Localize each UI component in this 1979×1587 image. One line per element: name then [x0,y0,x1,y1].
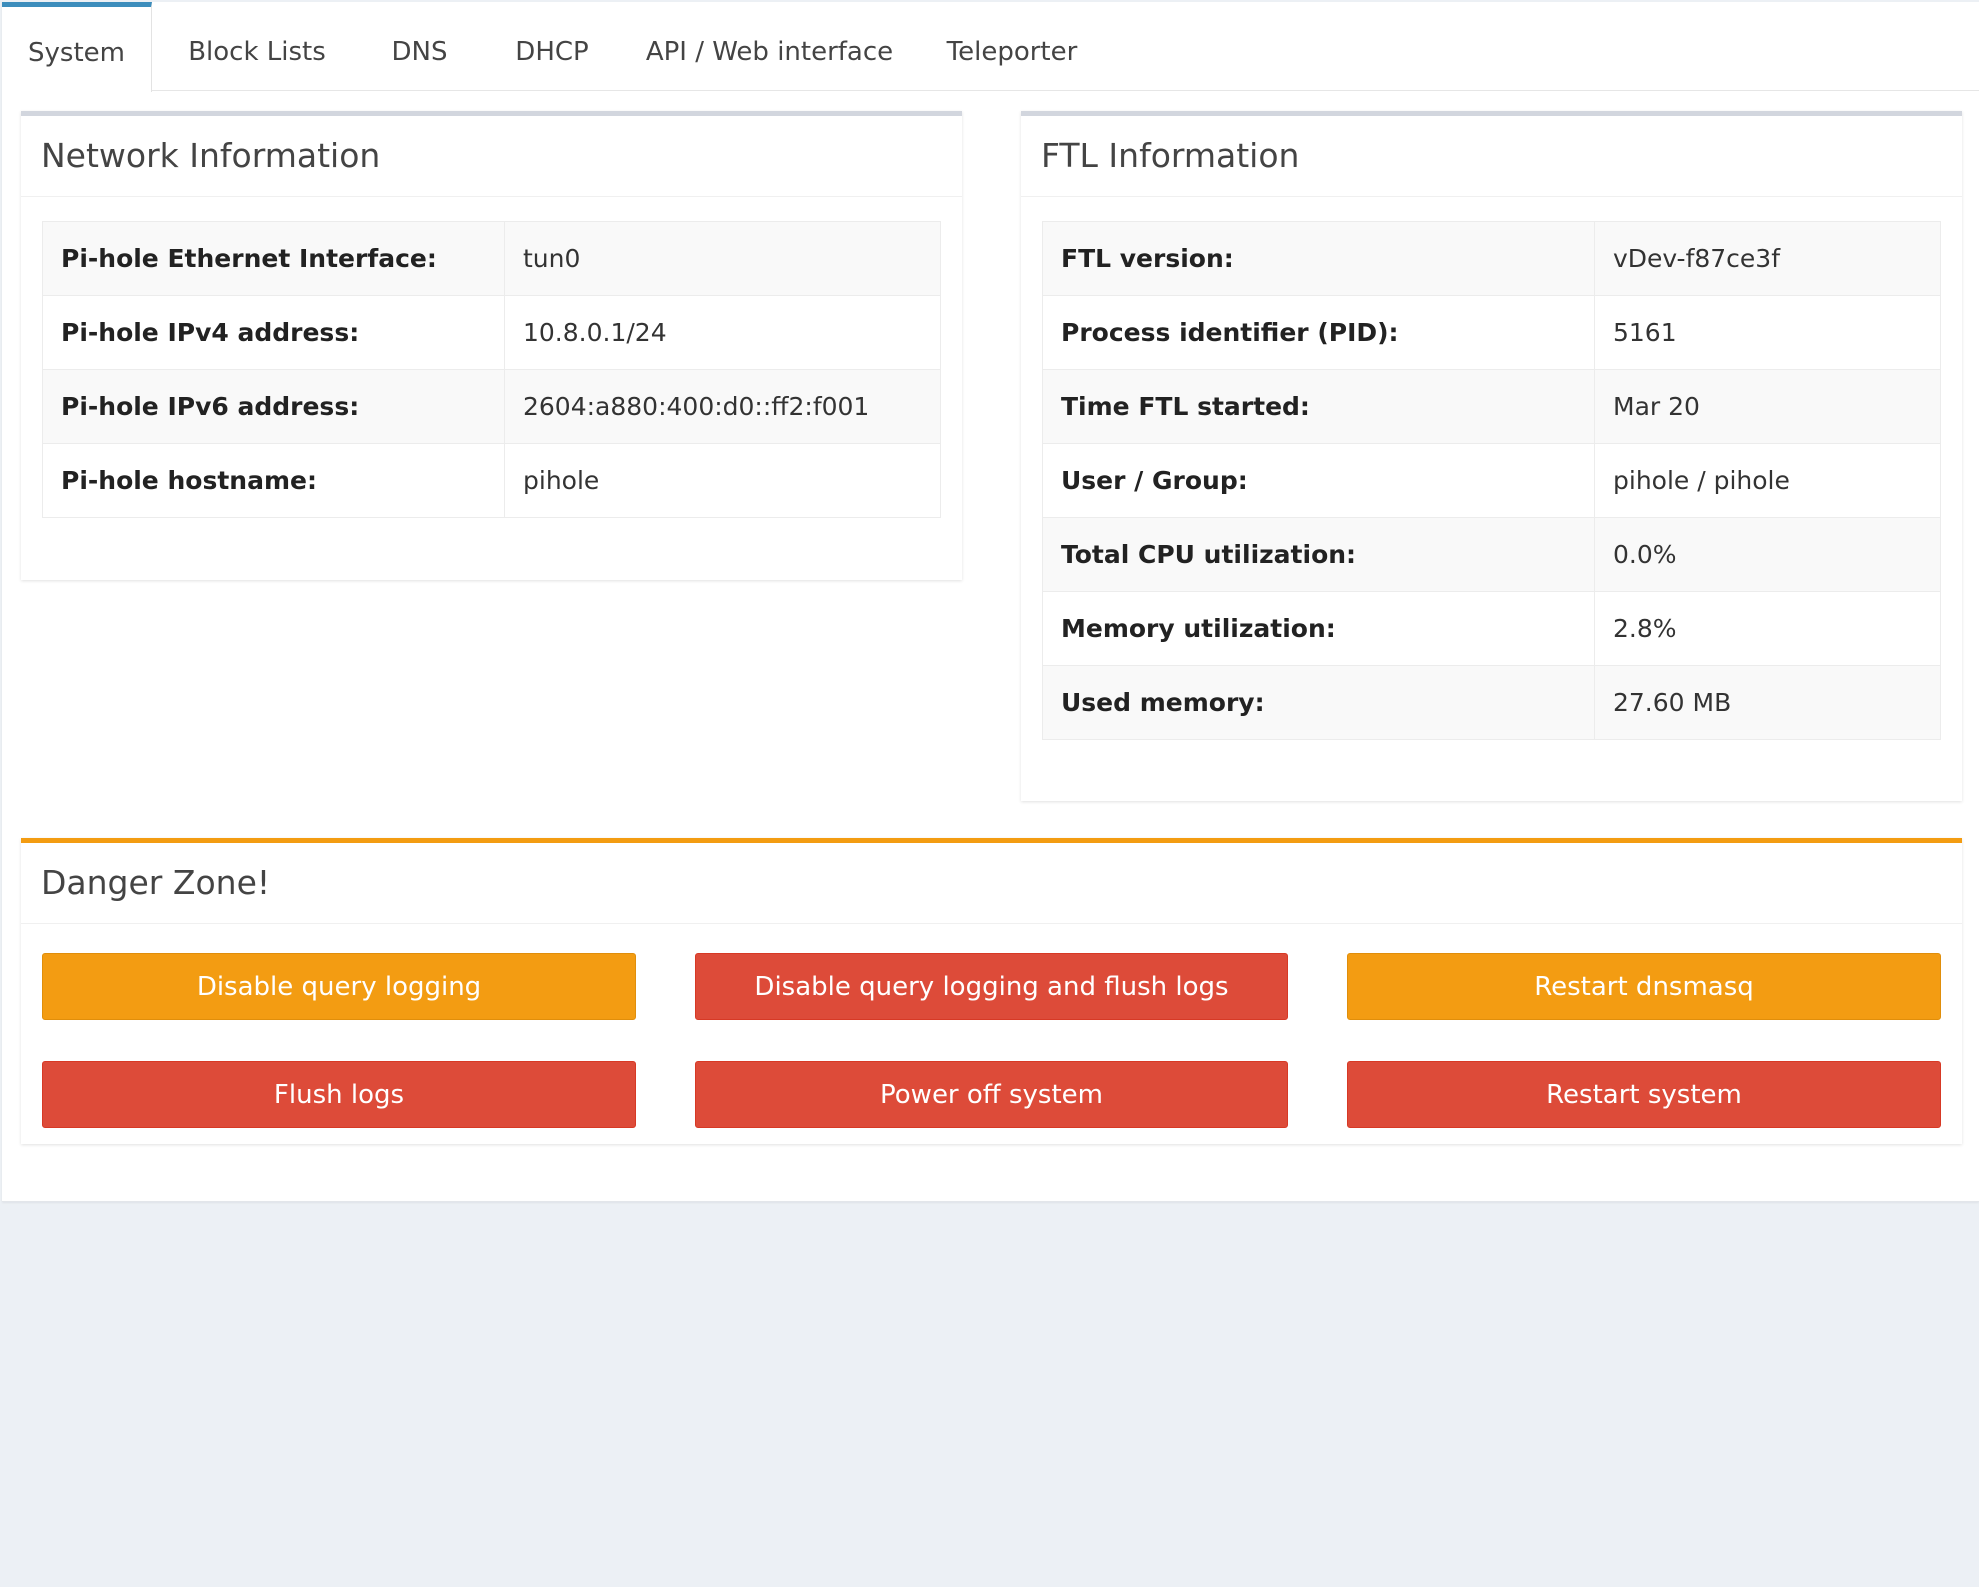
network-information-box: Network Information Pi-hole Ethernet Int… [21,111,962,580]
row-value: pihole [504,443,941,518]
row-label: Pi-hole Ethernet Interface: [42,221,505,296]
row-value: vDev-f87ce3f [1594,221,1941,296]
table-row: Pi-hole IPv4 address: 10.8.0.1/24 [42,295,941,370]
row-label: Process identifier (PID): [1042,295,1595,370]
row-value: pihole / pihole [1594,443,1941,518]
tab-block-lists[interactable]: Block Lists [152,2,362,91]
table-row: Pi-hole Ethernet Interface: tun0 [42,221,941,296]
tab-dns[interactable]: DNS [362,2,477,91]
network-information-table: Pi-hole Ethernet Interface: tun0 Pi-hole… [42,221,941,518]
row-label: Pi-hole IPv4 address: [42,295,505,370]
danger-zone-box: Danger Zone! Disable query logging Disab… [21,838,1962,1144]
row-value: 0.0% [1594,517,1941,592]
tab-dhcp[interactable]: DHCP [477,2,627,91]
table-row: FTL version: vDev-f87ce3f [1042,221,1941,296]
table-row: Total CPU utilization: 0.0% [1042,517,1941,592]
row-label: Memory utilization: [1042,591,1595,666]
row-label: User / Group: [1042,443,1595,518]
tab-teleporter[interactable]: Teleporter [912,2,1112,91]
table-row: Pi-hole IPv6 address: 2604:a880:400:d0::… [42,369,941,444]
row-value: 2604:a880:400:d0::ff2:f001 [504,369,941,444]
row-label: Time FTL started: [1042,369,1595,444]
row-value: tun0 [504,221,941,296]
tab-system[interactable]: System [2,2,152,92]
table-row: Pi-hole hostname: pihole [42,443,941,518]
row-value: 5161 [1594,295,1941,370]
row-label: Used memory: [1042,665,1595,740]
page: System Block Lists DNS DHCP API / Web in… [0,0,1979,1587]
row-label: Pi-hole hostname: [42,443,505,518]
power-off-system-button[interactable]: Power off system [695,1061,1288,1128]
ftl-information-table: FTL version: vDev-f87ce3f Process identi… [1042,221,1941,740]
row-label: Total CPU utilization: [1042,517,1595,592]
table-row: User / Group: pihole / pihole [1042,443,1941,518]
table-row: Memory utilization: 2.8% [1042,591,1941,666]
row-label: Pi-hole IPv6 address: [42,369,505,444]
settings-content: System Block Lists DNS DHCP API / Web in… [2,2,1979,1202]
flush-logs-button[interactable]: Flush logs [42,1061,636,1128]
disable-query-logging-and-flush-logs-button[interactable]: Disable query logging and flush logs [695,953,1288,1020]
restart-system-button[interactable]: Restart system [1347,1061,1941,1128]
table-row: Used memory: 27.60 MB [1042,665,1941,740]
ftl-information-box: FTL Information FTL version: vDev-f87ce3… [1021,111,1962,801]
danger-zone-title: Danger Zone! [21,843,1962,924]
row-value: 10.8.0.1/24 [504,295,941,370]
row-value: 2.8% [1594,591,1941,666]
tab-api-web-interface[interactable]: API / Web interface [627,2,912,91]
row-value: 27.60 MB [1594,665,1941,740]
disable-query-logging-button[interactable]: Disable query logging [42,953,636,1020]
network-information-title: Network Information [21,116,962,197]
row-label: FTL version: [1042,221,1595,296]
table-row: Process identifier (PID): 5161 [1042,295,1941,370]
settings-tabs: System Block Lists DNS DHCP API / Web in… [2,2,1979,92]
ftl-information-title: FTL Information [1021,116,1962,197]
table-row: Time FTL started: Mar 20 [1042,369,1941,444]
row-value: Mar 20 [1594,369,1941,444]
restart-dnsmasq-button[interactable]: Restart dnsmasq [1347,953,1941,1020]
